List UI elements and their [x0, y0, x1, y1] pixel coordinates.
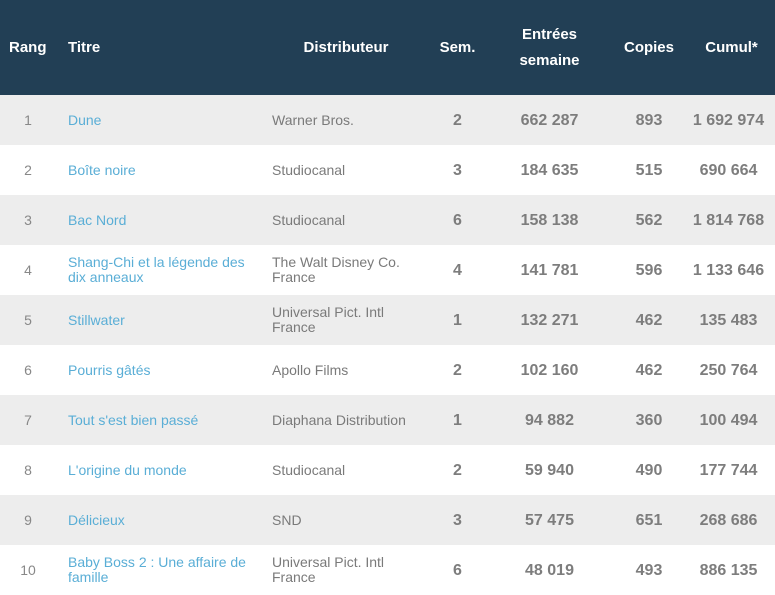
distributor-cell: Diaphana Distribution [272, 411, 406, 428]
table-row: 3 Bac Nord Studiocanal 6 158 138 562 1 8… [0, 195, 775, 245]
table-body: 1 Dune Warner Bros. 2 662 287 893 1 692 … [0, 95, 775, 595]
title-link[interactable]: Délicieux [62, 495, 266, 545]
distributor-cell: Studiocanal [272, 211, 346, 228]
title-link[interactable]: L'origine du monde [62, 445, 266, 495]
rank-cell: 10 [20, 561, 36, 578]
rank-cell: 8 [24, 461, 32, 478]
table-row: 4 Shang-Chi et la légende des dix anneau… [0, 245, 775, 295]
rank-cell: 7 [24, 411, 32, 428]
weeks-cell: 3 [453, 161, 462, 179]
table-row: 9 Délicieux SND 3 57 475 651 268 686 [0, 495, 775, 545]
cumulative-cell: 100 494 [699, 411, 758, 429]
weeks-cell: 2 [453, 111, 462, 129]
rank-cell: 9 [24, 511, 32, 528]
admissions-cell: 102 160 [520, 361, 579, 379]
copies-cell: 562 [635, 211, 663, 229]
rank-cell: 5 [24, 311, 32, 328]
table-row: 7 Tout s'est bien passé Diaphana Distrib… [0, 395, 775, 445]
cumulative-cell: 1 692 974 [692, 111, 765, 129]
copies-cell: 493 [635, 561, 663, 579]
weeks-cell: 4 [453, 261, 462, 279]
title-link[interactable]: Boîte noire [62, 145, 266, 195]
title-link[interactable]: Bac Nord [62, 195, 266, 245]
distributor-cell: Warner Bros. [272, 111, 354, 128]
title-link[interactable]: Stillwater [62, 295, 266, 345]
cumulative-cell: 690 664 [699, 161, 758, 179]
box-office-table: Rang Titre Distributeur Sem. Entrées sem… [0, 0, 775, 595]
header-semaines: Sem. [439, 38, 476, 56]
table-row: 10 Baby Boss 2 : Une affaire de famille … [0, 545, 775, 595]
admissions-cell: 141 781 [520, 261, 579, 279]
admissions-cell: 662 287 [520, 111, 579, 129]
copies-cell: 893 [635, 111, 663, 129]
copies-cell: 462 [635, 361, 663, 379]
admissions-cell: 48 019 [525, 561, 574, 579]
copies-cell: 462 [635, 311, 663, 329]
distributor-cell: SND [272, 511, 302, 528]
admissions-cell: 158 138 [520, 211, 579, 229]
title-link[interactable]: Tout s'est bien passé [62, 395, 266, 445]
distributor-cell: Apollo Films [272, 361, 349, 378]
weeks-cell: 1 [453, 311, 462, 329]
table-row: 2 Boîte noire Studiocanal 3 184 635 515 … [0, 145, 775, 195]
admissions-cell: 184 635 [520, 161, 579, 179]
distributor-cell: Studiocanal [272, 461, 346, 478]
cumulative-cell: 886 135 [699, 561, 758, 579]
table-row: 8 L'origine du monde Studiocanal 2 59 94… [0, 445, 775, 495]
weeks-cell: 3 [453, 511, 462, 529]
header-entrees: Entrées semaine [489, 0, 610, 95]
rank-cell: 6 [24, 361, 32, 378]
cumulative-cell: 135 483 [699, 311, 758, 329]
header-copies: Copies [623, 38, 674, 56]
weeks-cell: 1 [453, 411, 462, 429]
weeks-cell: 2 [453, 361, 462, 379]
rank-cell: 3 [24, 211, 32, 228]
copies-cell: 651 [635, 511, 663, 529]
distributor-cell: Studiocanal [272, 161, 346, 178]
rank-cell: 1 [24, 111, 32, 128]
header-entrees-line1: Entrées [521, 25, 578, 43]
cumulative-cell: 1 133 646 [692, 261, 765, 279]
admissions-cell: 132 271 [520, 311, 579, 329]
title-link[interactable]: Pourris gâtés [62, 345, 266, 395]
cumulative-cell: 1 814 768 [692, 211, 765, 229]
title-link[interactable]: Baby Boss 2 : Une affaire de famille [62, 545, 266, 595]
distributor-cell: Universal Pict. Intl France [272, 304, 385, 335]
admissions-cell: 57 475 [525, 511, 574, 529]
admissions-cell: 94 882 [525, 411, 574, 429]
table-row: 5 Stillwater Universal Pict. Intl France… [0, 295, 775, 345]
admissions-cell: 59 940 [525, 461, 574, 479]
copies-cell: 596 [635, 261, 663, 279]
cumulative-cell: 177 744 [699, 461, 758, 479]
table-row: 6 Pourris gâtés Apollo Films 2 102 160 4… [0, 345, 775, 395]
copies-cell: 360 [635, 411, 663, 429]
header-cumul: Cumul* [705, 38, 758, 56]
rank-cell: 2 [24, 161, 32, 178]
table-row: 1 Dune Warner Bros. 2 662 287 893 1 692 … [0, 95, 775, 145]
title-link[interactable]: Shang-Chi et la légende des dix anneaux [62, 245, 266, 295]
distributor-cell: Universal Pict. Intl France [272, 554, 385, 585]
title-link[interactable]: Dune [62, 95, 266, 145]
table-header: Rang Titre Distributeur Sem. Entrées sem… [0, 0, 775, 95]
header-titre: Titre [68, 38, 101, 56]
weeks-cell: 6 [453, 561, 462, 579]
copies-cell: 490 [635, 461, 663, 479]
header-distributeur: Distributeur [303, 38, 389, 56]
cumulative-cell: 250 764 [699, 361, 758, 379]
header-rang: Rang [9, 38, 47, 56]
distributor-cell: The Walt Disney Co. France [272, 254, 400, 285]
weeks-cell: 2 [453, 461, 462, 479]
rank-cell: 4 [24, 261, 32, 278]
cumulative-cell: 268 686 [699, 511, 758, 529]
weeks-cell: 6 [453, 211, 462, 229]
header-entrees-line2: semaine [519, 51, 580, 69]
header-row: Rang Titre Distributeur Sem. Entrées sem… [0, 0, 775, 95]
copies-cell: 515 [635, 161, 663, 179]
